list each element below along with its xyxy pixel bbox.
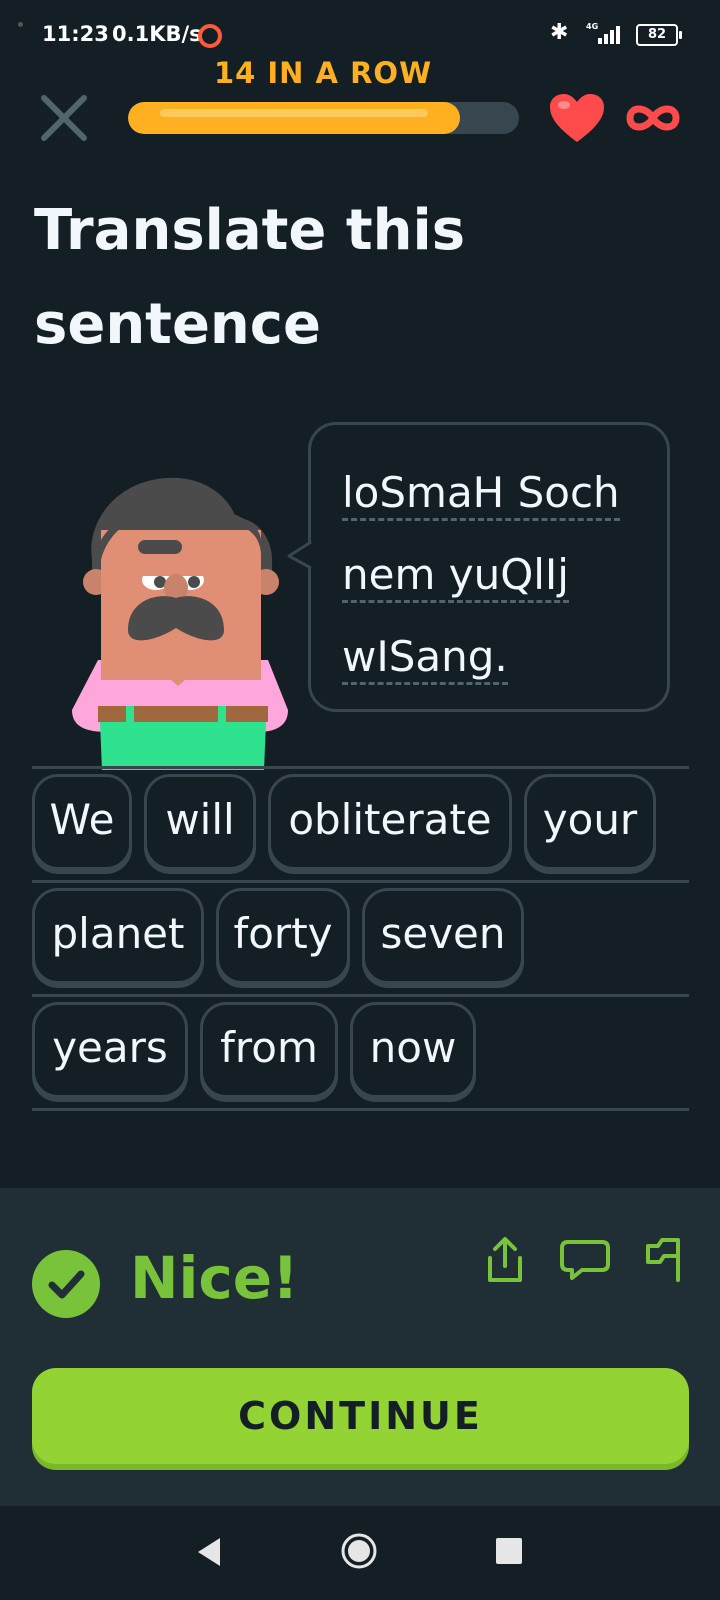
- notification-ring-icon: [198, 24, 222, 48]
- streak-label: 14 IN A ROW: [213, 56, 433, 90]
- flag-icon[interactable]: [644, 1236, 684, 1282]
- word-chip-obliterate[interactable]: obliterate: [268, 774, 512, 870]
- recents-square-icon[interactable]: [496, 1538, 522, 1564]
- status-time: 11:23: [42, 22, 109, 46]
- word-chip-we[interactable]: We: [32, 774, 132, 870]
- answer-line: [32, 994, 689, 997]
- check-icon: [32, 1250, 100, 1318]
- word-chip-now[interactable]: now: [350, 1002, 476, 1098]
- signal-icon: 4G: [586, 22, 620, 44]
- back-triangle-icon[interactable]: [194, 1534, 226, 1570]
- answer-line: [32, 880, 689, 883]
- word-chip-forty[interactable]: forty: [216, 888, 350, 984]
- word-chip-planet[interactable]: planet: [32, 888, 204, 984]
- character-illustration: [72, 477, 288, 770]
- word-chip-seven[interactable]: seven: [362, 888, 524, 984]
- battery-icon: 82: [636, 24, 682, 46]
- close-icon[interactable]: [36, 90, 92, 146]
- prompt-sentence: loSmaH Soch nem yuQlIj wISang.: [342, 452, 662, 698]
- answer-line: [32, 766, 689, 769]
- bluetooth-icon: ✱: [550, 20, 569, 45]
- word-chip-from[interactable]: from: [200, 1002, 338, 1098]
- continue-button[interactable]: CONTINUE: [32, 1368, 689, 1464]
- share-icon[interactable]: [484, 1236, 526, 1284]
- progress-bar: [128, 102, 519, 134]
- word-chip-years[interactable]: years: [32, 1002, 188, 1098]
- exercise-title: Translate this sentence: [34, 198, 466, 357]
- prompt-line[interactable]: nem yuQlIj: [342, 552, 569, 603]
- infinity-icon: [626, 105, 680, 131]
- prompt-line[interactable]: wISang.: [342, 634, 508, 685]
- word-chip-your[interactable]: your: [524, 774, 656, 870]
- status-network-speed: 0.1KB/s: [112, 22, 202, 46]
- comment-icon[interactable]: [560, 1238, 610, 1282]
- prompt-line[interactable]: loSmaH Soch: [342, 470, 620, 521]
- svg-text:4G: 4G: [586, 22, 598, 31]
- heart-icon[interactable]: [548, 92, 606, 144]
- speech-bubble-tail: [287, 540, 312, 570]
- notification-dot: [18, 22, 23, 27]
- answer-line: [32, 1108, 689, 1111]
- word-chip-will[interactable]: will: [144, 774, 256, 870]
- feedback-message: Nice!: [130, 1244, 299, 1312]
- home-circle-icon[interactable]: [340, 1532, 378, 1570]
- progress-shine: [160, 109, 428, 117]
- progress-fill: [128, 102, 460, 134]
